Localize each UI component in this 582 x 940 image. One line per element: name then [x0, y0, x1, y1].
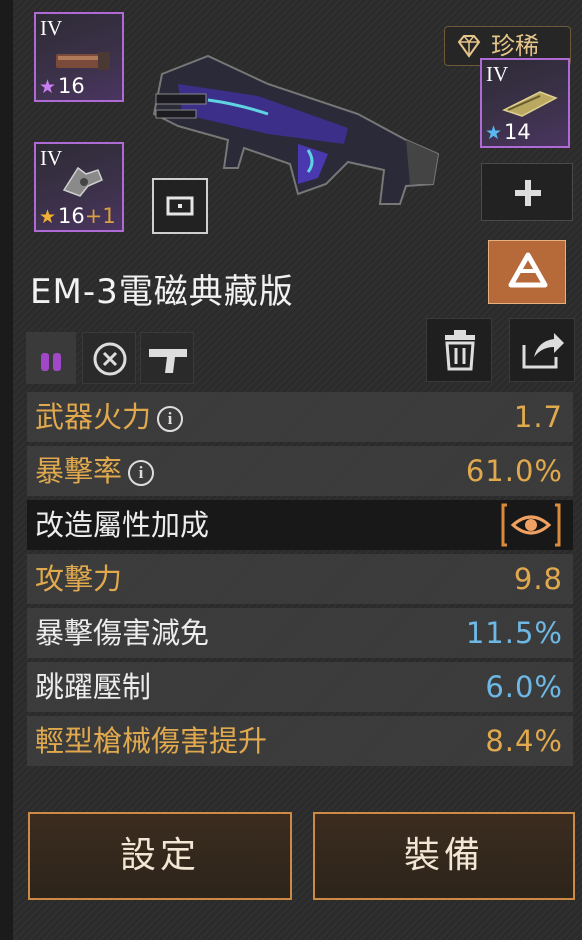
triangle-logo-icon — [508, 252, 548, 288]
add-attachment-button[interactable] — [481, 163, 573, 221]
stat-value: 1.7 — [513, 400, 563, 434]
ammo-type-button[interactable] — [26, 332, 76, 384]
bullets-icon — [41, 353, 61, 371]
star-icon: ★ — [485, 122, 503, 144]
stat-row-mod-bonus-header: 改造屬性加成 — [27, 500, 573, 550]
stat-label: 跳躍壓制 — [35, 670, 152, 704]
smg-icon — [149, 349, 187, 373]
attachment-slot-stock[interactable]: IV ★16+1 — [34, 142, 124, 232]
reload-cancel-icon — [93, 342, 127, 376]
stat-value: 11.5% — [465, 616, 563, 650]
equip-button[interactable]: 裝備 — [313, 812, 575, 900]
stat-value: 6.0% — [485, 670, 563, 704]
attachment-bonus: +1 — [84, 204, 116, 228]
skin-button[interactable] — [488, 240, 566, 304]
stat-value: 61.0% — [465, 454, 563, 488]
stat-label: 暴擊傷害減免 — [35, 616, 210, 650]
fire-mode-button[interactable] — [82, 332, 136, 384]
stat-label: 改造屬性加成 — [35, 508, 210, 542]
attachment-tier: IV — [486, 62, 509, 86]
stat-label: 輕型槍械傷害提升 — [35, 724, 268, 758]
attachment-slot-magazine[interactable]: IV ★16 — [34, 12, 124, 102]
share-button[interactable] — [509, 318, 575, 382]
info-icon[interactable]: i — [128, 460, 155, 486]
settings-button[interactable]: 設定 — [28, 812, 292, 900]
stat-row-attack: 攻擊力 9.8 — [27, 554, 573, 604]
stat-label: 武器火力 — [35, 400, 152, 434]
diamond-icon — [457, 35, 481, 58]
plus-icon — [515, 180, 541, 206]
attachment-level: 16 — [58, 204, 85, 228]
weapon-image — [152, 54, 440, 205]
stock-attachment-icon — [62, 166, 103, 197]
stat-row-jump-suppress: 跳躍壓制 6.0% — [27, 662, 573, 712]
star-icon: ★ — [39, 76, 57, 98]
attachment-tier: IV — [40, 16, 63, 40]
weapon-type-button[interactable] — [140, 332, 194, 384]
rarity-label: 珍稀 — [491, 32, 539, 60]
stat-row-firepower: 武器火力 i 1.7 — [27, 392, 573, 442]
delete-button[interactable] — [426, 318, 492, 382]
share-icon — [522, 333, 564, 369]
barrel-attachment-icon — [502, 91, 558, 117]
stat-label: 攻擊力 — [35, 562, 123, 596]
trash-icon — [445, 330, 475, 371]
stat-value: 9.8 — [513, 562, 563, 596]
attachment-slot-barrel[interactable]: IV ★14 — [480, 58, 570, 148]
stat-row-crit-rate: 暴擊率 i 61.0% — [27, 446, 573, 496]
star-icon: ★ — [39, 206, 57, 228]
weapon-name: EM-3電磁典藏版 — [30, 272, 294, 312]
stat-label: 暴擊率 — [35, 454, 123, 488]
eye-icon[interactable] — [501, 503, 561, 547]
stat-row-crit-dmg-reduction: 暴擊傷害減免 11.5% — [27, 608, 573, 658]
stats-list: 武器火力 i 1.7 暴擊率 i 61.0% 改造屬性加成 攻擊力 9.8 暴擊傷害… — [27, 392, 573, 780]
magazine-icon — [56, 52, 110, 70]
attachment-level: 14 — [504, 120, 531, 144]
info-icon[interactable]: i — [157, 406, 184, 432]
attachment-level: 16 — [58, 74, 85, 98]
stat-value: 8.4% — [485, 724, 563, 758]
stat-row-light-gun-dmg: 輕型槍械傷害提升 8.4% — [27, 716, 573, 766]
